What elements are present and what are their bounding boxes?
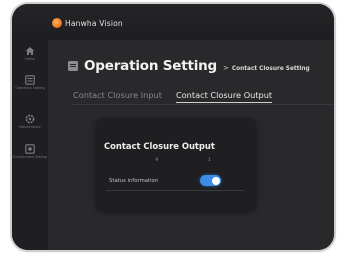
sidebar-item-home[interactable]: Home <box>12 46 48 61</box>
sidebar: Home Operation Setting Maintenance Envir… <box>12 40 48 250</box>
tab-contact-closure-input[interactable]: Contact Closure Input <box>73 90 162 103</box>
sidebar-item-label: Environment Setting <box>13 155 47 159</box>
toggle-knob <box>211 176 220 185</box>
contact-closure-output-card: Contact Closure Output # 1 Status inform… <box>96 118 256 210</box>
column-header-number: # <box>155 158 159 163</box>
maintenance-icon <box>25 114 35 124</box>
environment-setting-icon <box>25 144 35 154</box>
card-title: Contact Closure Output <box>104 141 215 151</box>
sidebar-item-maintenance[interactable]: Maintenance <box>12 114 48 129</box>
status-information-label: Status information <box>109 178 159 184</box>
sidebar-item-label: Operation Setting <box>15 86 45 90</box>
row-divider <box>106 190 244 191</box>
breadcrumb: Contact Closure Setting <box>231 66 310 72</box>
brand-name: Hanwha Vision <box>65 18 123 28</box>
sidebar-item-label: Maintenance <box>19 125 41 129</box>
page-header: Operation Setting > Contact Closure Sett… <box>68 58 310 74</box>
tab-bar: Contact Closure Input Contact Closure Ou… <box>73 90 286 103</box>
sidebar-item-operation-setting[interactable]: Operation Setting <box>12 75 48 90</box>
brand: Hanwha Vision <box>52 18 123 28</box>
sidebar-item-label: Home <box>25 57 35 61</box>
operation-setting-icon <box>68 61 78 71</box>
top-bar: Hanwha Vision <box>12 4 334 40</box>
operation-setting-icon <box>25 75 35 85</box>
sidebar-item-environment-setting[interactable]: Environment Setting <box>12 144 48 159</box>
column-header-output-1: 1 <box>208 158 211 163</box>
brand-logo-icon <box>52 18 62 28</box>
tab-contact-closure-output[interactable]: Contact Closure Output <box>175 90 273 103</box>
device-screen: Hanwha Vision Home Operation Setting Mai… <box>12 4 334 250</box>
breadcrumb-separator: > <box>223 64 229 72</box>
page-title: Operation Setting <box>84 58 218 74</box>
status-information-toggle[interactable] <box>200 175 221 186</box>
tab-divider <box>72 104 334 105</box>
home-icon <box>25 47 35 55</box>
main-content: Operation Setting > Contact Closure Sett… <box>48 40 334 250</box>
